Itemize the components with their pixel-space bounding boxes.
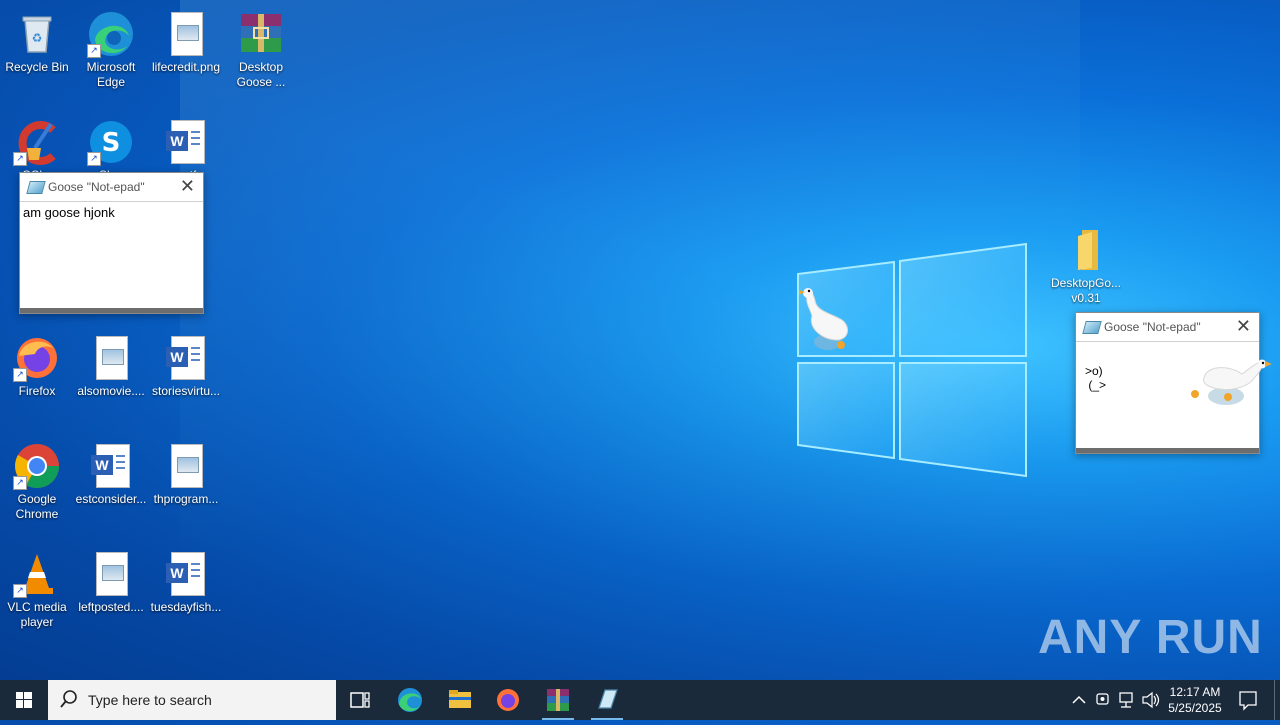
show-desktop-button[interactable] [1274,680,1280,720]
clock-time: 12:17 AM [1169,685,1221,699]
edge-icon: ↗ [87,10,135,58]
windows-start-icon [16,692,32,708]
taskbar-edge[interactable] [386,680,434,720]
image-file-icon [162,442,210,490]
firefox-icon: ↗ [13,334,61,382]
vlc-cone-icon: ↗ [13,550,61,598]
goose-notepad-window[interactable]: Goose "Not-epad" ✕ am goose hjonk [19,172,204,314]
meet-now-icon[interactable] [1092,680,1114,720]
desktop-icon-label: lifecredit.png [151,60,221,74]
desktop-icon-label: Microsoft Edge [86,60,136,89]
shortcut-arrow-icon: ↗ [13,368,27,382]
image-file-icon [87,550,135,598]
shortcut-arrow-icon: ↗ [13,584,27,598]
desktop-icon-label: alsomovie.... [77,384,145,398]
desktop-icon-leftposted[interactable]: leftposted.... [75,544,147,615]
desktop-icon-label: Recycle Bin [5,60,69,74]
chrome-icon: ↗ [13,442,61,490]
desktop-icon-tuesdayfish[interactable]: W tuesdayfish... [150,544,222,615]
desktop-icon-lifecredit[interactable]: lifecredit.png [150,4,222,75]
image-file-icon [162,10,210,58]
taskbar-winrar[interactable] [534,680,582,720]
shortcut-arrow-icon: ↗ [13,476,27,490]
network-icon[interactable] [1116,680,1138,720]
tray-overflow-chevron-icon[interactable] [1068,680,1090,720]
svg-text:S: S [102,128,121,158]
edge-icon [398,688,422,712]
window-bottom-border [1076,448,1259,453]
desktop-icon-storiesvirtu[interactable]: W storiesvirtu... [150,328,222,399]
desktop-icon-alsomovie[interactable]: alsomovie.... [75,328,147,399]
desktop-icon-firefox[interactable]: ↗ Firefox [1,328,73,399]
taskbar-search-box[interactable]: Type here to search [48,680,336,720]
desktop-icon-label: storiesvirtu... [151,384,220,398]
desktop-icon-label: tuesdayfish... [150,600,222,614]
word-document-icon: W [162,118,210,166]
goose-sprite [799,288,848,350]
notepad-icon [598,689,618,709]
taskbar-clock[interactable]: 12:17 AM 5/25/2025 [1158,684,1232,716]
firefox-icon [497,689,519,711]
taskbar: Type here to search 12:17 AM 5/25/2025 [0,680,1280,720]
ccleaner-icon: ↗ [13,118,61,166]
desktop-icon-label: VLC media player [7,600,67,629]
search-placeholder: Type here to search [88,692,212,708]
notepad-icon [26,181,46,194]
word-document-icon: W [87,442,135,490]
desktop-icon-label: DesktopGo... v0.31 [1050,276,1122,305]
desktop-icon-label: Google Chrome [15,492,59,521]
action-center-icon[interactable] [1234,680,1262,720]
taskbar-notepad[interactable] [583,680,631,720]
windows-logo-wallpaper [797,242,1027,478]
winrar-icon [547,689,569,711]
taskbar-file-explorer[interactable] [436,680,484,720]
desktop-icon-thprogram[interactable]: thprogram... [150,436,222,507]
desktop-icon-desktop-goose-archive[interactable]: Desktop Goose ... [225,4,297,90]
desktop-icon-label: leftposted.... [78,600,144,614]
shortcut-arrow-icon: ↗ [87,44,101,58]
close-icon[interactable]: ✕ [1236,316,1251,336]
desktop-icon-label: Desktop Goose ... [236,60,286,89]
folder-icon [1062,226,1110,274]
start-button[interactable] [0,680,48,720]
desktop-icon-label: thprogram... [153,492,219,506]
goose-sprite [1191,359,1272,405]
recycle-bin-icon: ♻ [13,10,61,58]
skype-icon: S ↗ [87,118,135,166]
window-title: Goose "Not-epad" [48,180,145,194]
desktop-icon-vlc[interactable]: ↗ VLC media player [1,544,73,630]
search-icon [60,689,78,714]
winrar-archive-icon [237,10,285,58]
word-document-icon: W [162,550,210,598]
desktop-icon-estconsider[interactable]: W estconsider... [75,436,147,507]
taskbar-firefox[interactable] [484,680,532,720]
task-view-icon [350,692,370,708]
image-file-icon [87,334,135,382]
anyrun-watermark: ANY RUN [1038,611,1263,664]
desktop-icon-google-chrome[interactable]: ↗ Google Chrome [1,436,73,522]
desktop-icon-label: Firefox [18,384,56,398]
folder-icon [449,690,471,708]
window-title: Goose "Not-epad" [1104,320,1201,334]
desktop-icon-recycle-bin[interactable]: ♻ Recycle Bin [1,4,73,75]
notepad-icon [1082,321,1102,334]
shortcut-arrow-icon: ↗ [87,152,101,166]
desktop-icon-microsoft-edge[interactable]: ↗ Microsoft Edge [75,4,147,90]
task-view-button[interactable] [336,680,384,720]
window-titlebar[interactable]: Goose "Not-epad" ✕ [20,173,203,202]
svg-text:♻: ♻ [32,31,43,45]
clock-date: 5/25/2025 [1168,701,1222,715]
window-bottom-border [20,308,203,313]
window-titlebar[interactable]: Goose "Not-epad" ✕ [1076,313,1259,342]
shortcut-arrow-icon: ↗ [13,152,27,166]
desktop-icon-label: estconsider... [75,492,147,506]
desktop-icon-desktopgoose-folder[interactable]: DesktopGo... v0.31 [1048,220,1124,306]
notepad-text-area[interactable]: am goose hjonk [20,202,203,307]
close-icon[interactable]: ✕ [180,176,195,196]
word-document-icon: W [162,334,210,382]
